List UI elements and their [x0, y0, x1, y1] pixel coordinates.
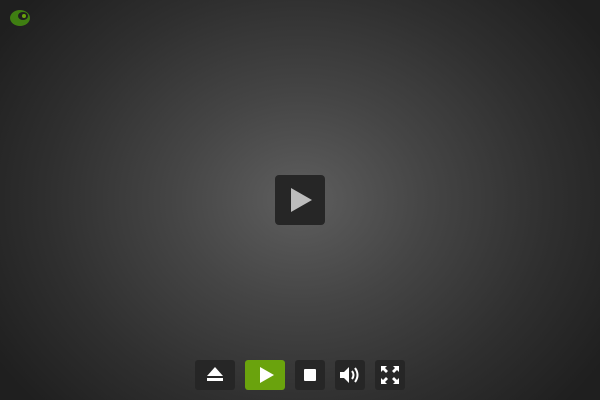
video-player[interactable] [0, 0, 600, 400]
fullscreen-button[interactable] [375, 360, 405, 390]
volume-icon [340, 367, 359, 383]
eject-icon [207, 367, 223, 381]
fullscreen-icon [381, 366, 399, 384]
volume-button[interactable] [335, 360, 365, 390]
player-logo-icon [9, 8, 33, 28]
play-button[interactable] [245, 360, 285, 390]
play-icon [260, 367, 274, 383]
big-play-button[interactable] [275, 175, 325, 225]
stop-button[interactable] [295, 360, 325, 390]
play-icon [291, 188, 312, 212]
stop-icon [304, 369, 316, 381]
eject-button[interactable] [195, 360, 235, 390]
